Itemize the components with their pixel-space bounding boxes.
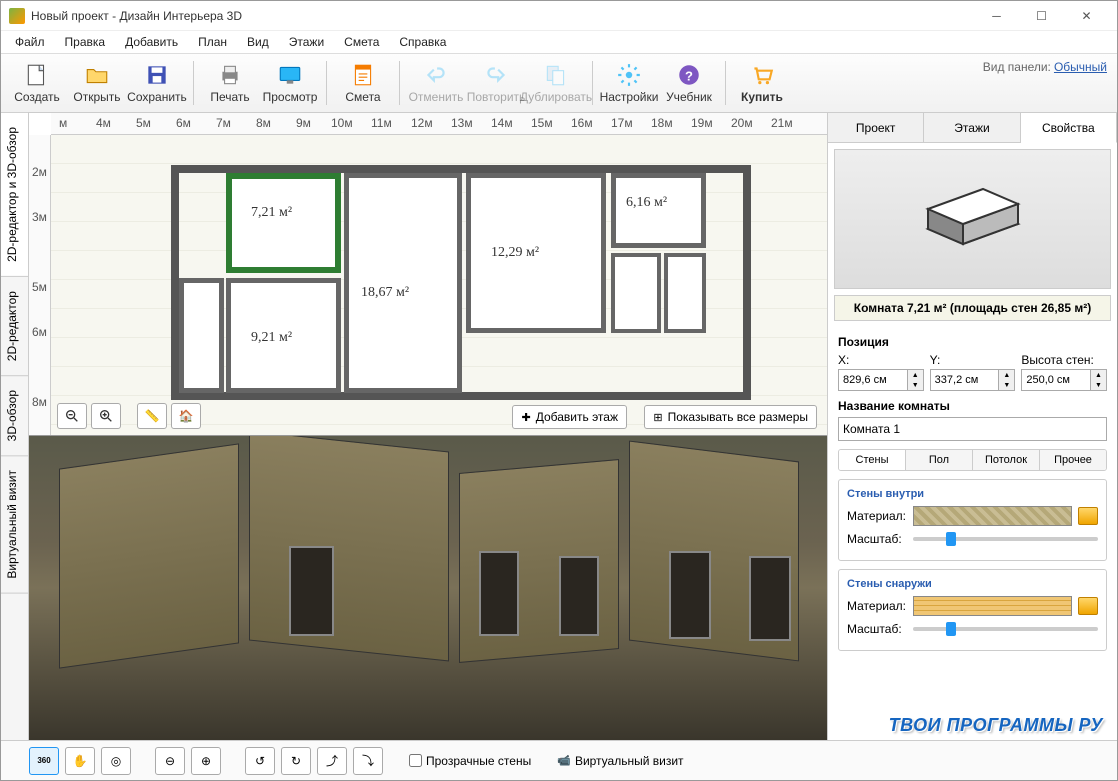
subtab-other[interactable]: Прочее	[1040, 450, 1106, 470]
tab-virtual[interactable]: Виртуальный визит	[1, 456, 28, 594]
rot-down-button[interactable]: ⤵	[353, 747, 383, 775]
zoom-out-button[interactable]	[57, 403, 87, 429]
left-tabs: 2D-редактор и 3D-обзор 2D-редактор 3D-об…	[1, 113, 29, 740]
tab-3d[interactable]: 3D-обзор	[1, 376, 28, 456]
settings-button[interactable]: Настройки	[599, 56, 659, 110]
zoom-out-3d[interactable]: ⊖	[155, 747, 185, 775]
undo-button[interactable]: Отменить	[406, 56, 466, 110]
y-input[interactable]: ▲▼	[930, 369, 1016, 391]
tab-2d[interactable]: 2D-редактор	[1, 277, 28, 376]
show-dims-button[interactable]: ⊞ Показывать все размеры	[644, 405, 817, 429]
wall-height-input[interactable]: ▲▼	[1021, 369, 1107, 391]
outside-material-browse[interactable]	[1078, 597, 1098, 615]
plan-zoom-tools: 📏 🏠	[57, 403, 201, 429]
toolbar: Создать Открыть Сохранить Печать Просмот…	[1, 53, 1117, 113]
bottom-bar: 360 ✋ ◎ ⊖ ⊕ ↺ ↻ ⤴ ⤵ Прозрачные стены 📹 В…	[1, 740, 1117, 780]
transparent-walls-check[interactable]: Прозрачные стены	[409, 754, 531, 768]
position-label: Позиция	[838, 335, 1107, 349]
zoom-in-button[interactable]	[91, 403, 121, 429]
rot-left-button[interactable]: ↺	[245, 747, 275, 775]
x-input[interactable]: ▲▼	[838, 369, 924, 391]
title-bar: Новый проект - Дизайн Интерьера 3D ─ ☐ ✕	[1, 1, 1117, 31]
rot-up-button[interactable]: ⤴	[317, 747, 347, 775]
measure-button[interactable]: 📏	[137, 403, 167, 429]
save-button[interactable]: Сохранить	[127, 56, 187, 110]
room-label: 12,29 м²	[491, 245, 539, 261]
floor-plan[interactable]: 7,21 м² 6,16 м² 12,29 м² 18,67 м² 9,21 м…	[51, 135, 827, 435]
zoom-in-3d[interactable]: ⊕	[191, 747, 221, 775]
open-button[interactable]: Открыть	[67, 56, 127, 110]
inside-material-swatch[interactable]	[913, 506, 1072, 526]
tutorial-button[interactable]: ?Учебник	[659, 56, 719, 110]
walls-inside-label: Стены внутри	[847, 488, 1098, 500]
target-button[interactable]: ◎	[101, 747, 131, 775]
subtab-walls[interactable]: Стены	[839, 450, 906, 470]
walls-outside-label: Стены снаружи	[847, 578, 1098, 590]
maximize-button[interactable]: ☐	[1019, 2, 1064, 30]
room-preview	[834, 149, 1111, 289]
ruler-horizontal: м4м5м6м7м8м9м10м11м12м13м14м15м16м17м18м…	[51, 113, 827, 135]
room-info: Комната 7,21 м² (площадь стен 26,85 м²)	[834, 295, 1111, 321]
app-icon	[9, 8, 25, 24]
watermark: ТВОИ ПРОГРАММЫ РУ	[889, 715, 1103, 736]
room-name-label: Название комнаты	[838, 399, 1107, 413]
rot-right-button[interactable]: ↻	[281, 747, 311, 775]
print-button[interactable]: Печать	[200, 56, 260, 110]
subtab-floor[interactable]: Пол	[906, 450, 973, 470]
menu-file[interactable]: Файл	[7, 33, 53, 51]
menu-add[interactable]: Добавить	[117, 33, 186, 51]
menu-estimate[interactable]: Смета	[336, 33, 387, 51]
estimate-button[interactable]: Смета	[333, 56, 393, 110]
create-button[interactable]: Создать	[7, 56, 67, 110]
home-button[interactable]: 🏠	[171, 403, 201, 429]
tab-2d-3d[interactable]: 2D-редактор и 3D-обзор	[1, 113, 28, 277]
close-button[interactable]: ✕	[1064, 2, 1109, 30]
room-label: 9,21 м²	[251, 330, 292, 346]
menu-plan[interactable]: План	[190, 33, 235, 51]
duplicate-button[interactable]: Дублировать	[526, 56, 586, 110]
right-panel: Проект Этажи Свойства Комната 7,21 м² (п…	[827, 113, 1117, 740]
inside-material-browse[interactable]	[1078, 507, 1098, 525]
room-label: 7,21 м²	[251, 205, 292, 221]
virtual-visit-check[interactable]: 📹 Виртуальный визит	[557, 754, 683, 768]
tab-floors[interactable]: Этажи	[924, 113, 1020, 142]
tab-project[interactable]: Проект	[828, 113, 924, 142]
orbit-button[interactable]: 360	[29, 747, 59, 775]
add-floor-button[interactable]: ✚ Добавить этаж	[512, 405, 627, 429]
menu-bar: Файл Правка Добавить План Вид Этажи Смет…	[1, 31, 1117, 53]
ruler-vertical: 2м3м5м6м8м	[29, 135, 51, 435]
panel-mode-link[interactable]: Обычный	[1054, 60, 1107, 74]
redo-button[interactable]: Повторить	[466, 56, 526, 110]
3d-view[interactable]	[29, 435, 827, 740]
menu-help[interactable]: Справка	[391, 33, 454, 51]
outside-material-swatch[interactable]	[913, 596, 1072, 616]
room-selected[interactable]	[226, 173, 341, 273]
room-name-input[interactable]	[838, 417, 1107, 441]
menu-floors[interactable]: Этажи	[281, 33, 332, 51]
room-label: 18,67 м²	[361, 285, 409, 301]
tab-properties[interactable]: Свойства	[1021, 113, 1117, 143]
minimize-button[interactable]: ─	[974, 2, 1019, 30]
panel-mode-label: Вид панели: Обычный	[983, 60, 1107, 74]
room-label: 6,16 м²	[626, 195, 667, 211]
outside-scale-slider[interactable]	[913, 627, 1098, 631]
preview-button[interactable]: Просмотр	[260, 56, 320, 110]
subtab-ceiling[interactable]: Потолок	[973, 450, 1040, 470]
center-area: м4м5м6м7м8м9м10м11м12м13м14м15м16м17м18м…	[29, 113, 827, 740]
window-title: Новый проект - Дизайн Интерьера 3D	[31, 9, 974, 23]
svg-text:?: ?	[685, 68, 693, 83]
inside-scale-slider[interactable]	[913, 537, 1098, 541]
menu-edit[interactable]: Правка	[57, 33, 114, 51]
pan-button[interactable]: ✋	[65, 747, 95, 775]
menu-view[interactable]: Вид	[239, 33, 277, 51]
buy-button[interactable]: Купить	[732, 56, 792, 110]
